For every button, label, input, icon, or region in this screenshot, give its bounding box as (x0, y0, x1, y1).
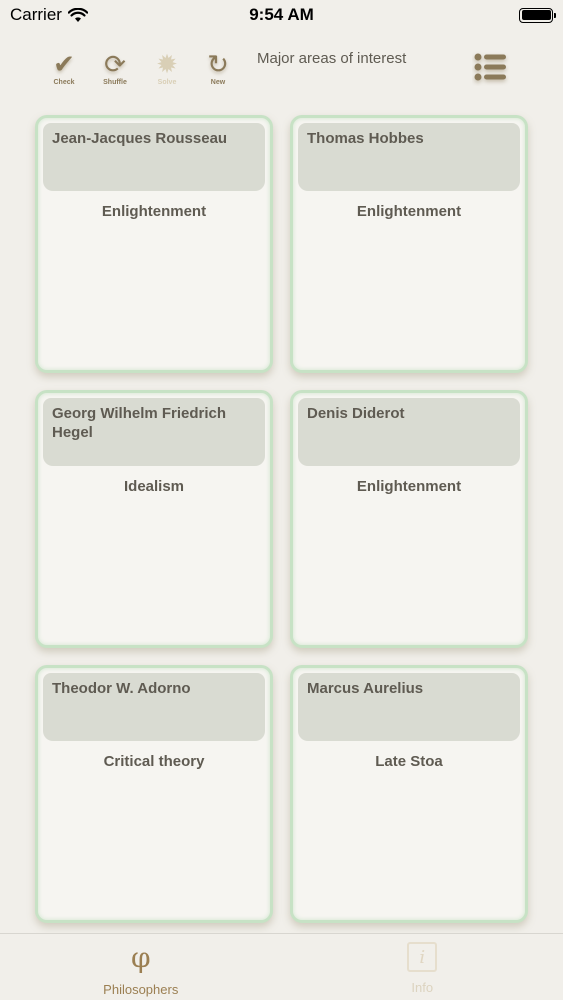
card-area: Enlightenment (356, 203, 462, 220)
check-label: Check (53, 79, 75, 86)
card-area: Critical theory (103, 753, 205, 770)
solve-label: Solve (157, 79, 177, 86)
card-area: Enlightenment (101, 203, 207, 220)
battery-icon (519, 7, 556, 23)
solve-icon: ✹ (156, 49, 178, 79)
tab-philosophers[interactable]: φ Philosophers (0, 934, 282, 1000)
info-icon: i (407, 942, 438, 972)
list-icon (474, 53, 506, 81)
card-name: Theodor W. Adorno (43, 673, 265, 741)
philosopher-card[interactable]: Jean-Jacques Rousseau Enlightenment (35, 115, 273, 373)
page-title: Major areas of interest (257, 50, 407, 67)
philosopher-card[interactable]: Theodor W. Adorno Critical theory (35, 665, 273, 923)
philosopher-card[interactable]: Thomas Hobbes Enlightenment (290, 115, 528, 373)
toolbar: ✔ Check ⟳ Shuffle ✹ Solve ↻ New Major ar… (0, 40, 563, 100)
new-icon: ↻ (207, 49, 229, 79)
shuffle-icon: ⟳ (104, 49, 126, 79)
shuffle-button[interactable]: ⟳ Shuffle (95, 50, 135, 90)
phi-icon: φ (130, 941, 151, 974)
tab-label: Philosophers (103, 982, 179, 997)
shuffle-label: Shuffle (103, 79, 127, 86)
card-name: Thomas Hobbes (298, 123, 520, 191)
wifi-icon (67, 7, 88, 22)
tab-info[interactable]: i Info (282, 934, 563, 1000)
tab-label: Info (411, 980, 434, 995)
philosopher-card[interactable]: Marcus Aurelius Late Stoa (290, 665, 528, 923)
card-name: Denis Diderot (298, 398, 520, 466)
card-name: Jean-Jacques Rousseau (43, 123, 265, 191)
card-name: Georg Wilhelm Friedrich Hegel (43, 398, 265, 466)
tab-bar: φ Philosophers i Info (0, 933, 563, 1000)
status-left: Carrier (10, 5, 88, 25)
card-area: Late Stoa (375, 753, 443, 770)
check-button[interactable]: ✔ Check (44, 50, 84, 90)
card-name: Marcus Aurelius (298, 673, 520, 741)
solve-button[interactable]: ✹ Solve (147, 50, 187, 90)
philosopher-card[interactable]: Georg Wilhelm Friedrich Hegel Idealism (35, 390, 273, 648)
list-menu-button[interactable] (472, 50, 510, 86)
new-button[interactable]: ↻ New (198, 50, 238, 90)
new-label: New (210, 79, 226, 86)
philosopher-card[interactable]: Denis Diderot Enlightenment (290, 390, 528, 648)
card-area: Idealism (123, 478, 185, 495)
status-bar: Carrier 9:54 AM (0, 0, 563, 30)
check-icon: ✔ (53, 49, 75, 79)
card-area: Enlightenment (356, 478, 462, 495)
carrier-label: Carrier (10, 5, 62, 24)
